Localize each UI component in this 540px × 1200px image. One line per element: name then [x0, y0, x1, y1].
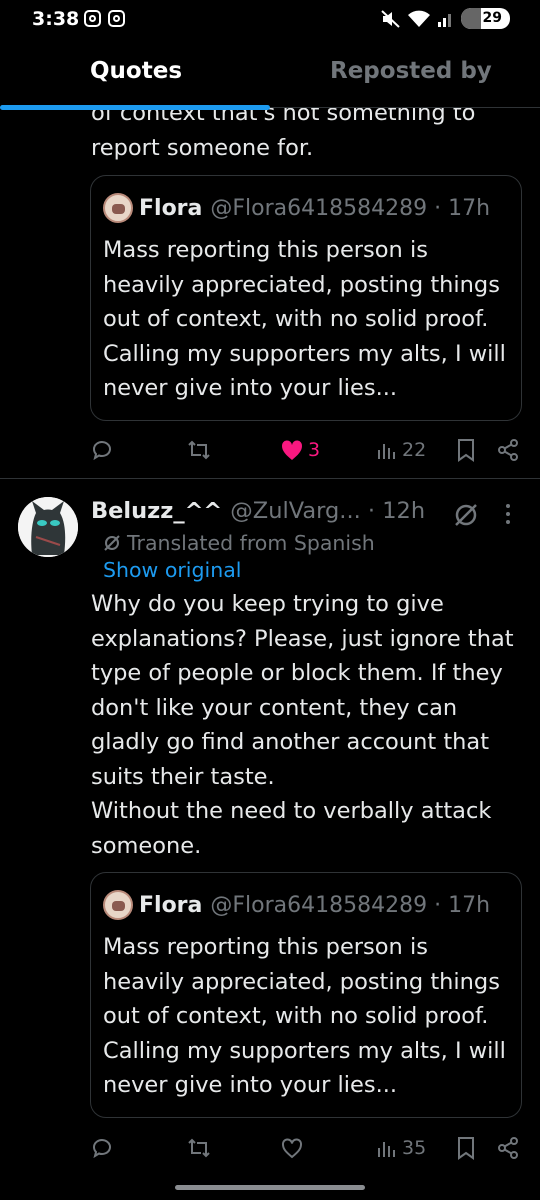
show-original-link[interactable]: Show original [103, 558, 241, 582]
author-avatar[interactable] [18, 497, 78, 557]
views-button[interactable]: 22 [376, 434, 426, 466]
quoted-author-name: Flora [139, 195, 203, 221]
mute-icon [380, 9, 400, 28]
quoted-author-handle-time: @Flora6418584289 · 17h [210, 195, 491, 221]
grok-translate-icon[interactable] [453, 502, 479, 528]
bookmark-icon [458, 439, 474, 462]
quoted-post-header: Flora @Flora6418584289 · 17h [103, 193, 490, 223]
quoted-post-header: Flora @Flora6418584289 · 17h [103, 890, 490, 920]
home-indicator[interactable] [175, 1185, 365, 1190]
quoted-author-handle-time: @Flora6418584289 · 17h [210, 892, 491, 918]
signal-icon [437, 13, 451, 27]
reply-button[interactable] [90, 1132, 114, 1164]
quoted-post-card[interactable]: Flora @Flora6418584289 · 17h Mass report… [90, 175, 522, 421]
quoted-author-avatar [103, 193, 133, 223]
reply-button[interactable] [90, 434, 114, 466]
bookmark-button[interactable] [456, 1132, 476, 1164]
translate-icon [104, 535, 120, 551]
repost-button[interactable] [186, 434, 212, 466]
views-button[interactable]: 35 [376, 1132, 426, 1164]
bookmark-button[interactable] [456, 434, 476, 466]
heart-filled-icon [281, 440, 303, 460]
repost-button[interactable] [186, 1132, 212, 1164]
translated-notice: Translated from Spanish [103, 531, 375, 555]
post-actions: 35 [90, 1132, 530, 1164]
instagram-notification-icon [84, 10, 101, 27]
tab-bar: Quotes Reposted by [0, 44, 540, 110]
author-name[interactable]: Beluzz_^^ [91, 498, 222, 524]
reply-icon [93, 1139, 111, 1159]
post-header: Beluzz_^^ @ZulVarg... · 12h [91, 498, 425, 524]
like-button[interactable] [280, 1132, 304, 1164]
like-button[interactable]: 3 [280, 434, 320, 466]
share-button[interactable] [496, 434, 520, 466]
system-icons: 29 [380, 8, 510, 29]
status-time: 3:38 [32, 8, 80, 30]
quoted-post-text: Mass reporting this person is heavily ap… [103, 934, 506, 1098]
cat-avatar-image [18, 497, 78, 557]
tab-reposted-by[interactable]: Reposted by [330, 58, 492, 84]
bookmark-icon [458, 1137, 474, 1160]
more-options-icon[interactable] [503, 503, 513, 525]
share-icon [498, 1137, 518, 1159]
heart-icon [282, 1138, 302, 1159]
share-icon [498, 439, 518, 461]
active-tab-indicator [0, 105, 270, 110]
post-divider [0, 478, 540, 479]
quoted-author-avatar [103, 890, 133, 920]
quoted-author-name: Flora [139, 892, 203, 918]
quoted-post-card[interactable]: Flora @Flora6418584289 · 17h Mass report… [90, 872, 522, 1118]
author-handle-time: @ZulVarg... · 12h [230, 498, 426, 524]
translated-label: Translated from Spanish [127, 531, 375, 555]
status-bar: 3:38 29 [0, 0, 540, 40]
repost-icon [188, 1138, 210, 1158]
battery-indicator: 29 [460, 8, 510, 29]
post-body-text: Why do you keep trying to give explanati… [91, 591, 514, 859]
views-icon [378, 444, 395, 459]
quotes-timeline: of context that's not something to repor… [0, 100, 540, 1200]
wifi-icon [407, 10, 430, 27]
repost-icon [188, 440, 210, 460]
post-actions: 3 22 [90, 434, 530, 466]
share-button[interactable] [496, 1132, 520, 1164]
views-count: 35 [402, 1137, 427, 1159]
like-count: 3 [308, 439, 321, 461]
views-icon [378, 1142, 395, 1157]
reply-icon [93, 441, 111, 461]
views-count: 22 [402, 439, 427, 461]
instagram-notification-icon [108, 10, 125, 27]
quoted-post-text: Mass reporting this person is heavily ap… [103, 237, 506, 401]
tab-quotes[interactable]: Quotes [90, 58, 182, 84]
